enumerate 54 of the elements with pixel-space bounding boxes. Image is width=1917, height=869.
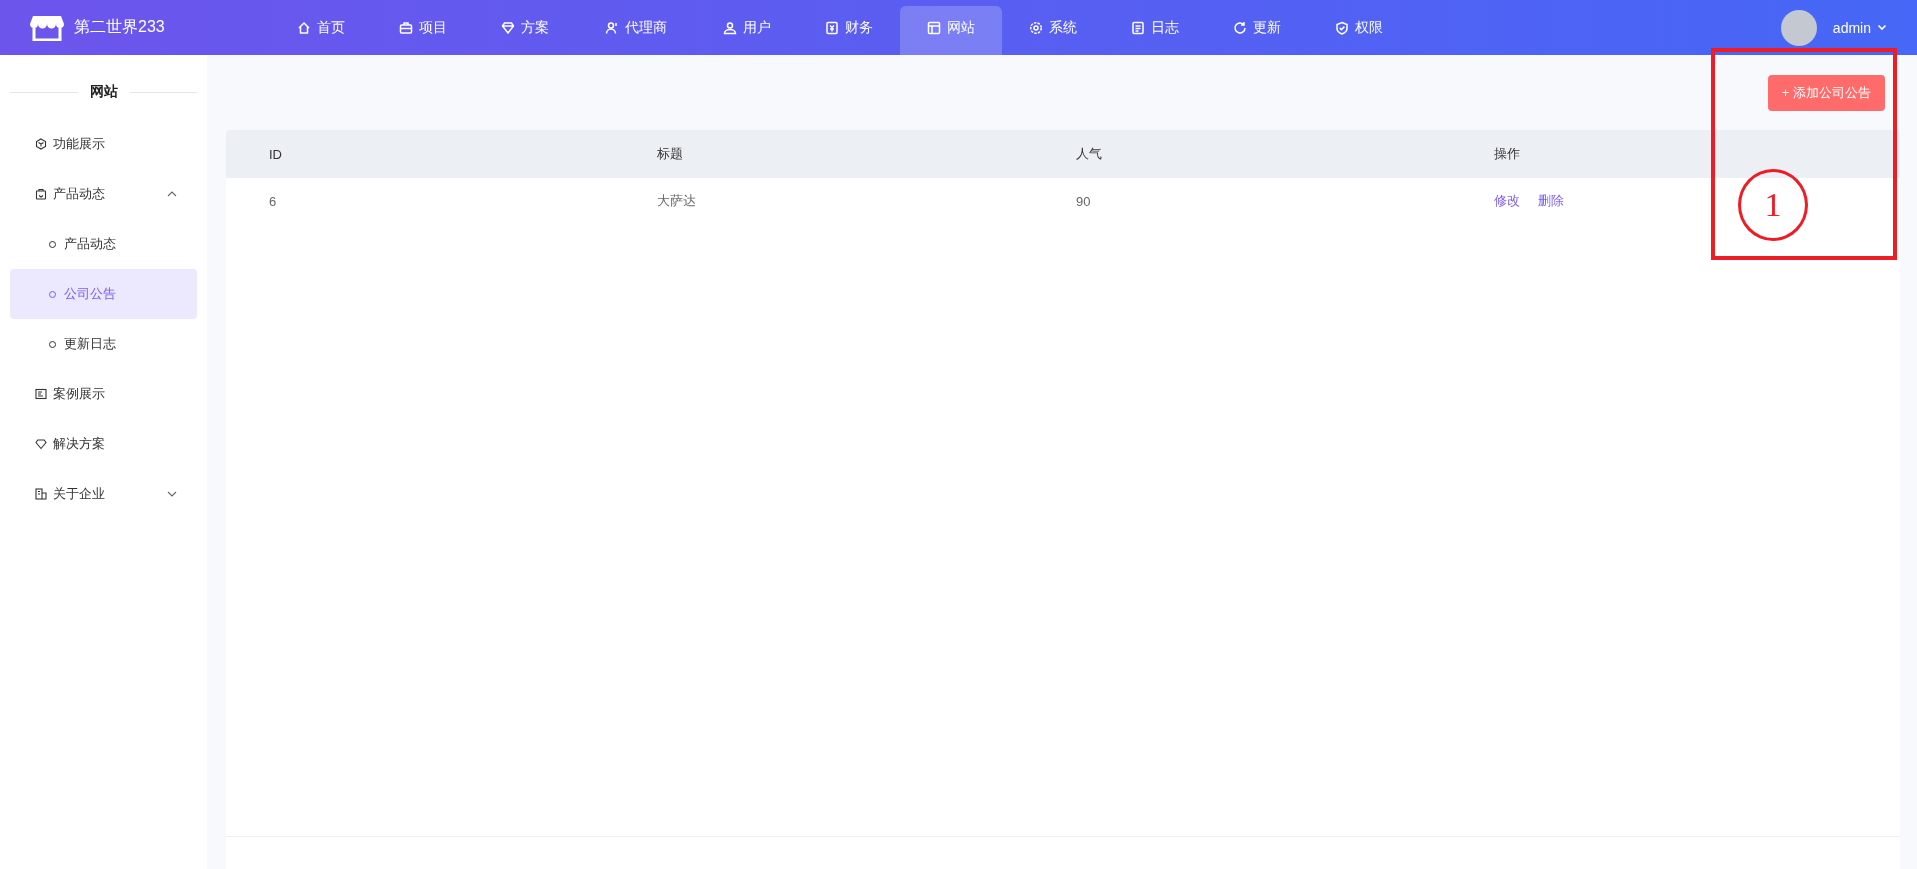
briefcase-icon — [399, 20, 413, 35]
brand-name: 第二世界233 — [74, 17, 165, 37]
table-cell-text: 大萨达 — [657, 192, 697, 210]
table-cell-text: 6 — [269, 193, 278, 209]
nav-tab[interactable]: 代理商 — [576, 6, 696, 55]
sidebar-subitem[interactable]: 产品动态 — [10, 219, 197, 269]
nav-tab[interactable]: 网站 — [900, 6, 1002, 55]
chevron-down-icon[interactable] — [1877, 24, 1887, 31]
chevron-icon[interactable] — [167, 191, 177, 197]
user-badge-icon — [605, 20, 619, 35]
document-icon — [825, 20, 839, 35]
nav-tab[interactable]: 权限 — [1308, 6, 1410, 55]
diamond-icon — [501, 20, 515, 35]
user-avatar[interactable] — [1780, 9, 1817, 46]
sidebar-item[interactable]: 关于企业 — [10, 469, 197, 519]
list-icon — [35, 388, 47, 400]
annotation-number: 1 — [1738, 169, 1808, 241]
document-icon — [1131, 20, 1145, 35]
layout-icon — [927, 20, 941, 35]
shield-icon — [1335, 20, 1349, 35]
nav-tab[interactable]: 项目 — [372, 6, 474, 55]
nav-tab[interactable]: 首页 — [270, 6, 372, 55]
sidebar-subitem[interactable]: 公司公告 — [10, 269, 197, 319]
sidebar-item[interactable]: 案例展示 — [10, 369, 197, 419]
diamond-icon — [35, 438, 47, 450]
settings-icon — [1029, 20, 1043, 35]
action-link[interactable]: 删除 — [1538, 192, 1564, 210]
sidebar-subitem[interactable]: 更新日志 — [10, 319, 197, 369]
bag-icon — [35, 188, 47, 200]
nav-tab[interactable]: 用户 — [696, 6, 798, 55]
nav-tab[interactable]: 更新 — [1206, 6, 1308, 55]
sidebar-item[interactable]: 功能展示 — [10, 119, 197, 169]
building-icon — [35, 488, 47, 500]
user-name[interactable]: admin — [1832, 19, 1871, 36]
home-icon — [297, 20, 311, 35]
column-header: 人气 — [1076, 145, 1103, 163]
column-header: ID — [269, 146, 283, 162]
sidebar-title: 网站 — [89, 83, 118, 101]
user-icon — [723, 20, 737, 35]
nav-tab[interactable]: 系统 — [1002, 6, 1104, 55]
storefront-icon — [30, 14, 64, 41]
chevron-icon[interactable] — [167, 491, 177, 497]
nav-tab[interactable]: 方案 — [474, 6, 576, 55]
table-cell-text: 90 — [1076, 193, 1092, 209]
sidebar-item[interactable]: 解决方案 — [10, 419, 197, 469]
action-link[interactable]: 修改 — [1494, 192, 1520, 210]
cube-icon — [35, 138, 47, 150]
column-header: 标题 — [657, 145, 684, 163]
column-header: 操作 — [1494, 145, 1521, 163]
add-announcement-button[interactable]: + 添加公司公告 — [1767, 74, 1885, 111]
nav-tab[interactable]: 财务 — [798, 6, 900, 55]
sidebar-item[interactable]: 产品动态 — [10, 169, 197, 219]
nav-tab[interactable]: 日志 — [1104, 6, 1206, 55]
refresh-icon — [1233, 20, 1247, 35]
